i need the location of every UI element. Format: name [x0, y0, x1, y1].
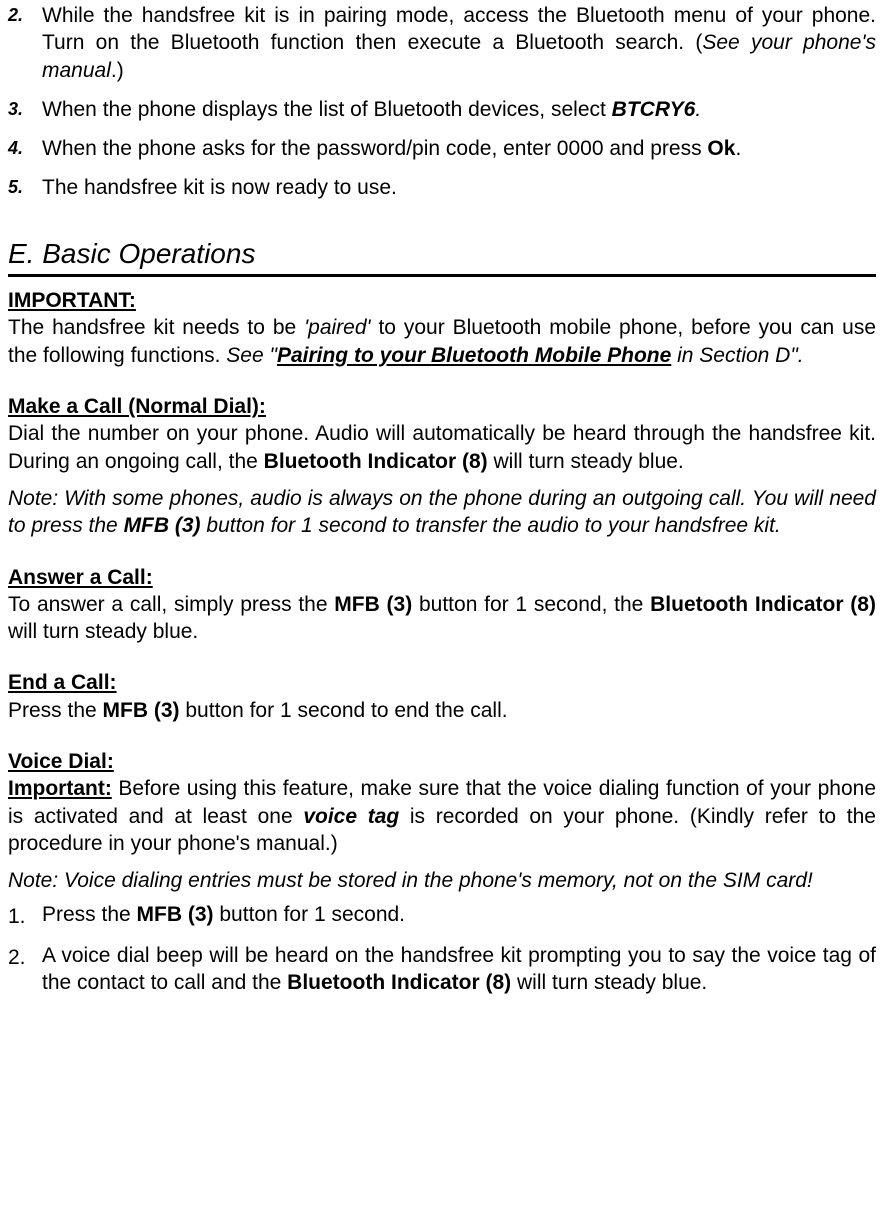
step-body: When the phone asks for the password/pin…	[42, 135, 876, 162]
important-text: The handsfree kit needs to be 'paired' t…	[8, 314, 876, 369]
step-4: 4. When the phone asks for the password/…	[8, 135, 876, 162]
document-page: 2. While the handsfree kit is in pairing…	[0, 0, 884, 1018]
step-marker: 4.	[8, 135, 42, 160]
step-body: The handsfree kit is now ready to use.	[42, 174, 876, 201]
step-marker: 3.	[8, 96, 42, 121]
make-call-note: Note: With some phones, audio is always …	[8, 485, 876, 540]
step-body: A voice dial beep will be heard on the h…	[42, 942, 876, 997]
end-call-label: End a Call:	[8, 669, 876, 696]
voice-dial-note: Note: Voice dialing entries must be stor…	[8, 867, 876, 894]
voice-dial-steps: 1. Press the MFB (3) button for 1 second…	[8, 901, 876, 997]
step-body: While the handsfree kit is in pairing mo…	[42, 2, 876, 84]
step-marker: 2.	[8, 942, 42, 971]
step-body: Press the MFB (3) button for 1 second.	[42, 901, 876, 928]
step-2: 2. While the handsfree kit is in pairing…	[8, 2, 876, 84]
section-e-heading: E. Basic Operations	[8, 236, 876, 277]
make-call-label: Make a Call (Normal Dial):	[8, 393, 876, 420]
answer-call-label: Answer a Call:	[8, 564, 876, 591]
important-label: IMPORTANT:	[8, 287, 876, 314]
step-body: When the phone displays the list of Blue…	[42, 96, 876, 123]
make-call-text: Dial the number on your phone. Audio wil…	[8, 420, 876, 475]
pairing-steps-continued: 2. While the handsfree kit is in pairing…	[8, 2, 876, 202]
voice-step-1: 1. Press the MFB (3) button for 1 second…	[8, 901, 876, 930]
step-marker: 1.	[8, 901, 42, 930]
step-marker: 2.	[8, 2, 42, 27]
step-marker: 5.	[8, 174, 42, 199]
end-call-text: Press the MFB (3) button for 1 second to…	[8, 697, 876, 724]
voice-dial-label: Voice Dial:	[8, 748, 876, 775]
step-3: 3. When the phone displays the list of B…	[8, 96, 876, 123]
voice-step-2: 2. A voice dial beep will be heard on th…	[8, 942, 876, 997]
answer-call-text: To answer a call, simply press the MFB (…	[8, 591, 876, 646]
voice-dial-text: Important: Before using this feature, ma…	[8, 775, 876, 857]
step-5: 5. The handsfree kit is now ready to use…	[8, 174, 876, 201]
